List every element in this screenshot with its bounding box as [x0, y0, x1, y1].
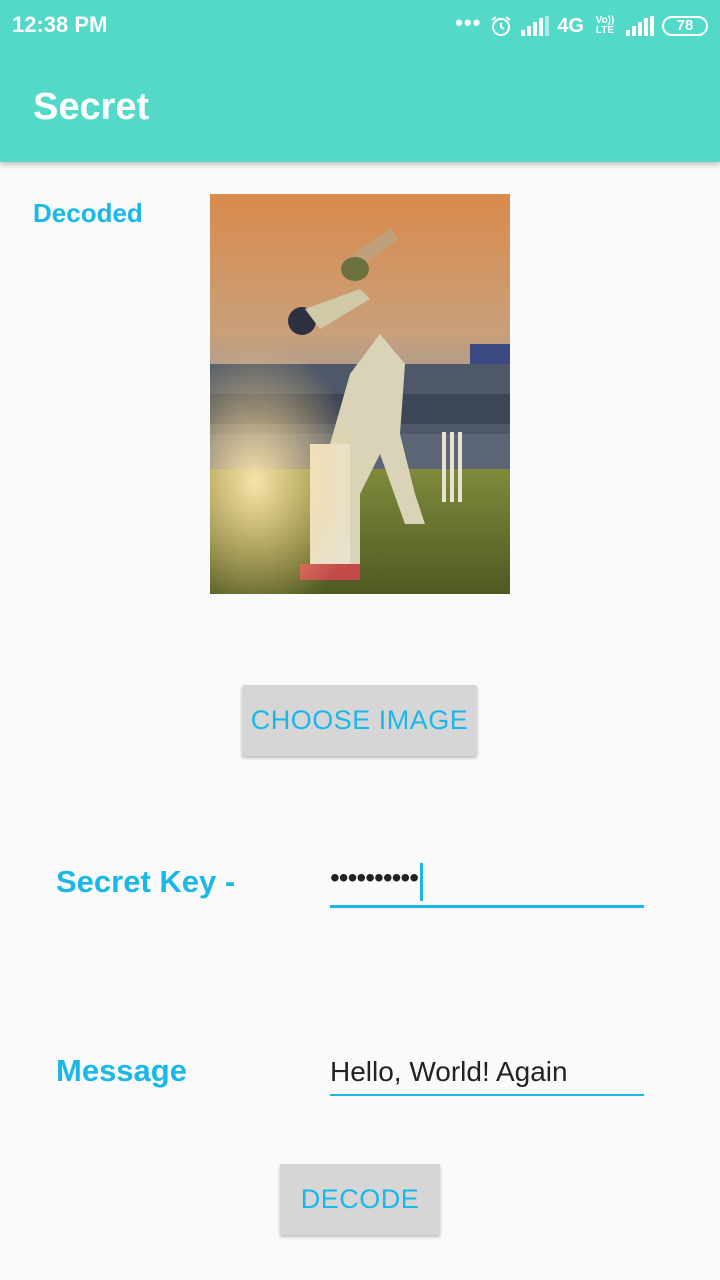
decoded-label: Decoded	[33, 198, 143, 228]
status-bar: 12:38 PM ••• 4G Vo)) LTE 78	[0, 0, 720, 52]
text-cursor	[420, 863, 423, 901]
secret-key-value: ••••••••••	[330, 862, 419, 893]
message-label: Message	[56, 1053, 187, 1088]
signal-icon	[521, 16, 550, 36]
signal-icon-2	[626, 16, 654, 36]
decode-button[interactable]: DECODE	[280, 1164, 440, 1235]
choose-image-button[interactable]: CHOOSE IMAGE	[242, 685, 477, 756]
app-bar: Secret	[0, 52, 720, 162]
battery-icon: 78	[662, 16, 708, 36]
app-title: Secret	[33, 86, 150, 128]
volte-icon: Vo)) LTE	[595, 15, 615, 36]
status-time: 12:38 PM	[12, 12, 108, 37]
status-icons: ••• 4G Vo)) LTE 78	[455, 10, 708, 42]
secret-key-field[interactable]: ••••••••••	[330, 860, 644, 908]
alarm-icon	[491, 16, 511, 36]
message-value: Hello, World! Again	[330, 1056, 568, 1087]
message-field[interactable]: Hello, World! Again	[330, 1052, 644, 1096]
more-dots-icon: •••	[455, 10, 482, 35]
selected-image	[210, 194, 510, 594]
network-type: 4G	[557, 14, 584, 37]
secret-key-label: Secret Key -	[56, 864, 236, 899]
